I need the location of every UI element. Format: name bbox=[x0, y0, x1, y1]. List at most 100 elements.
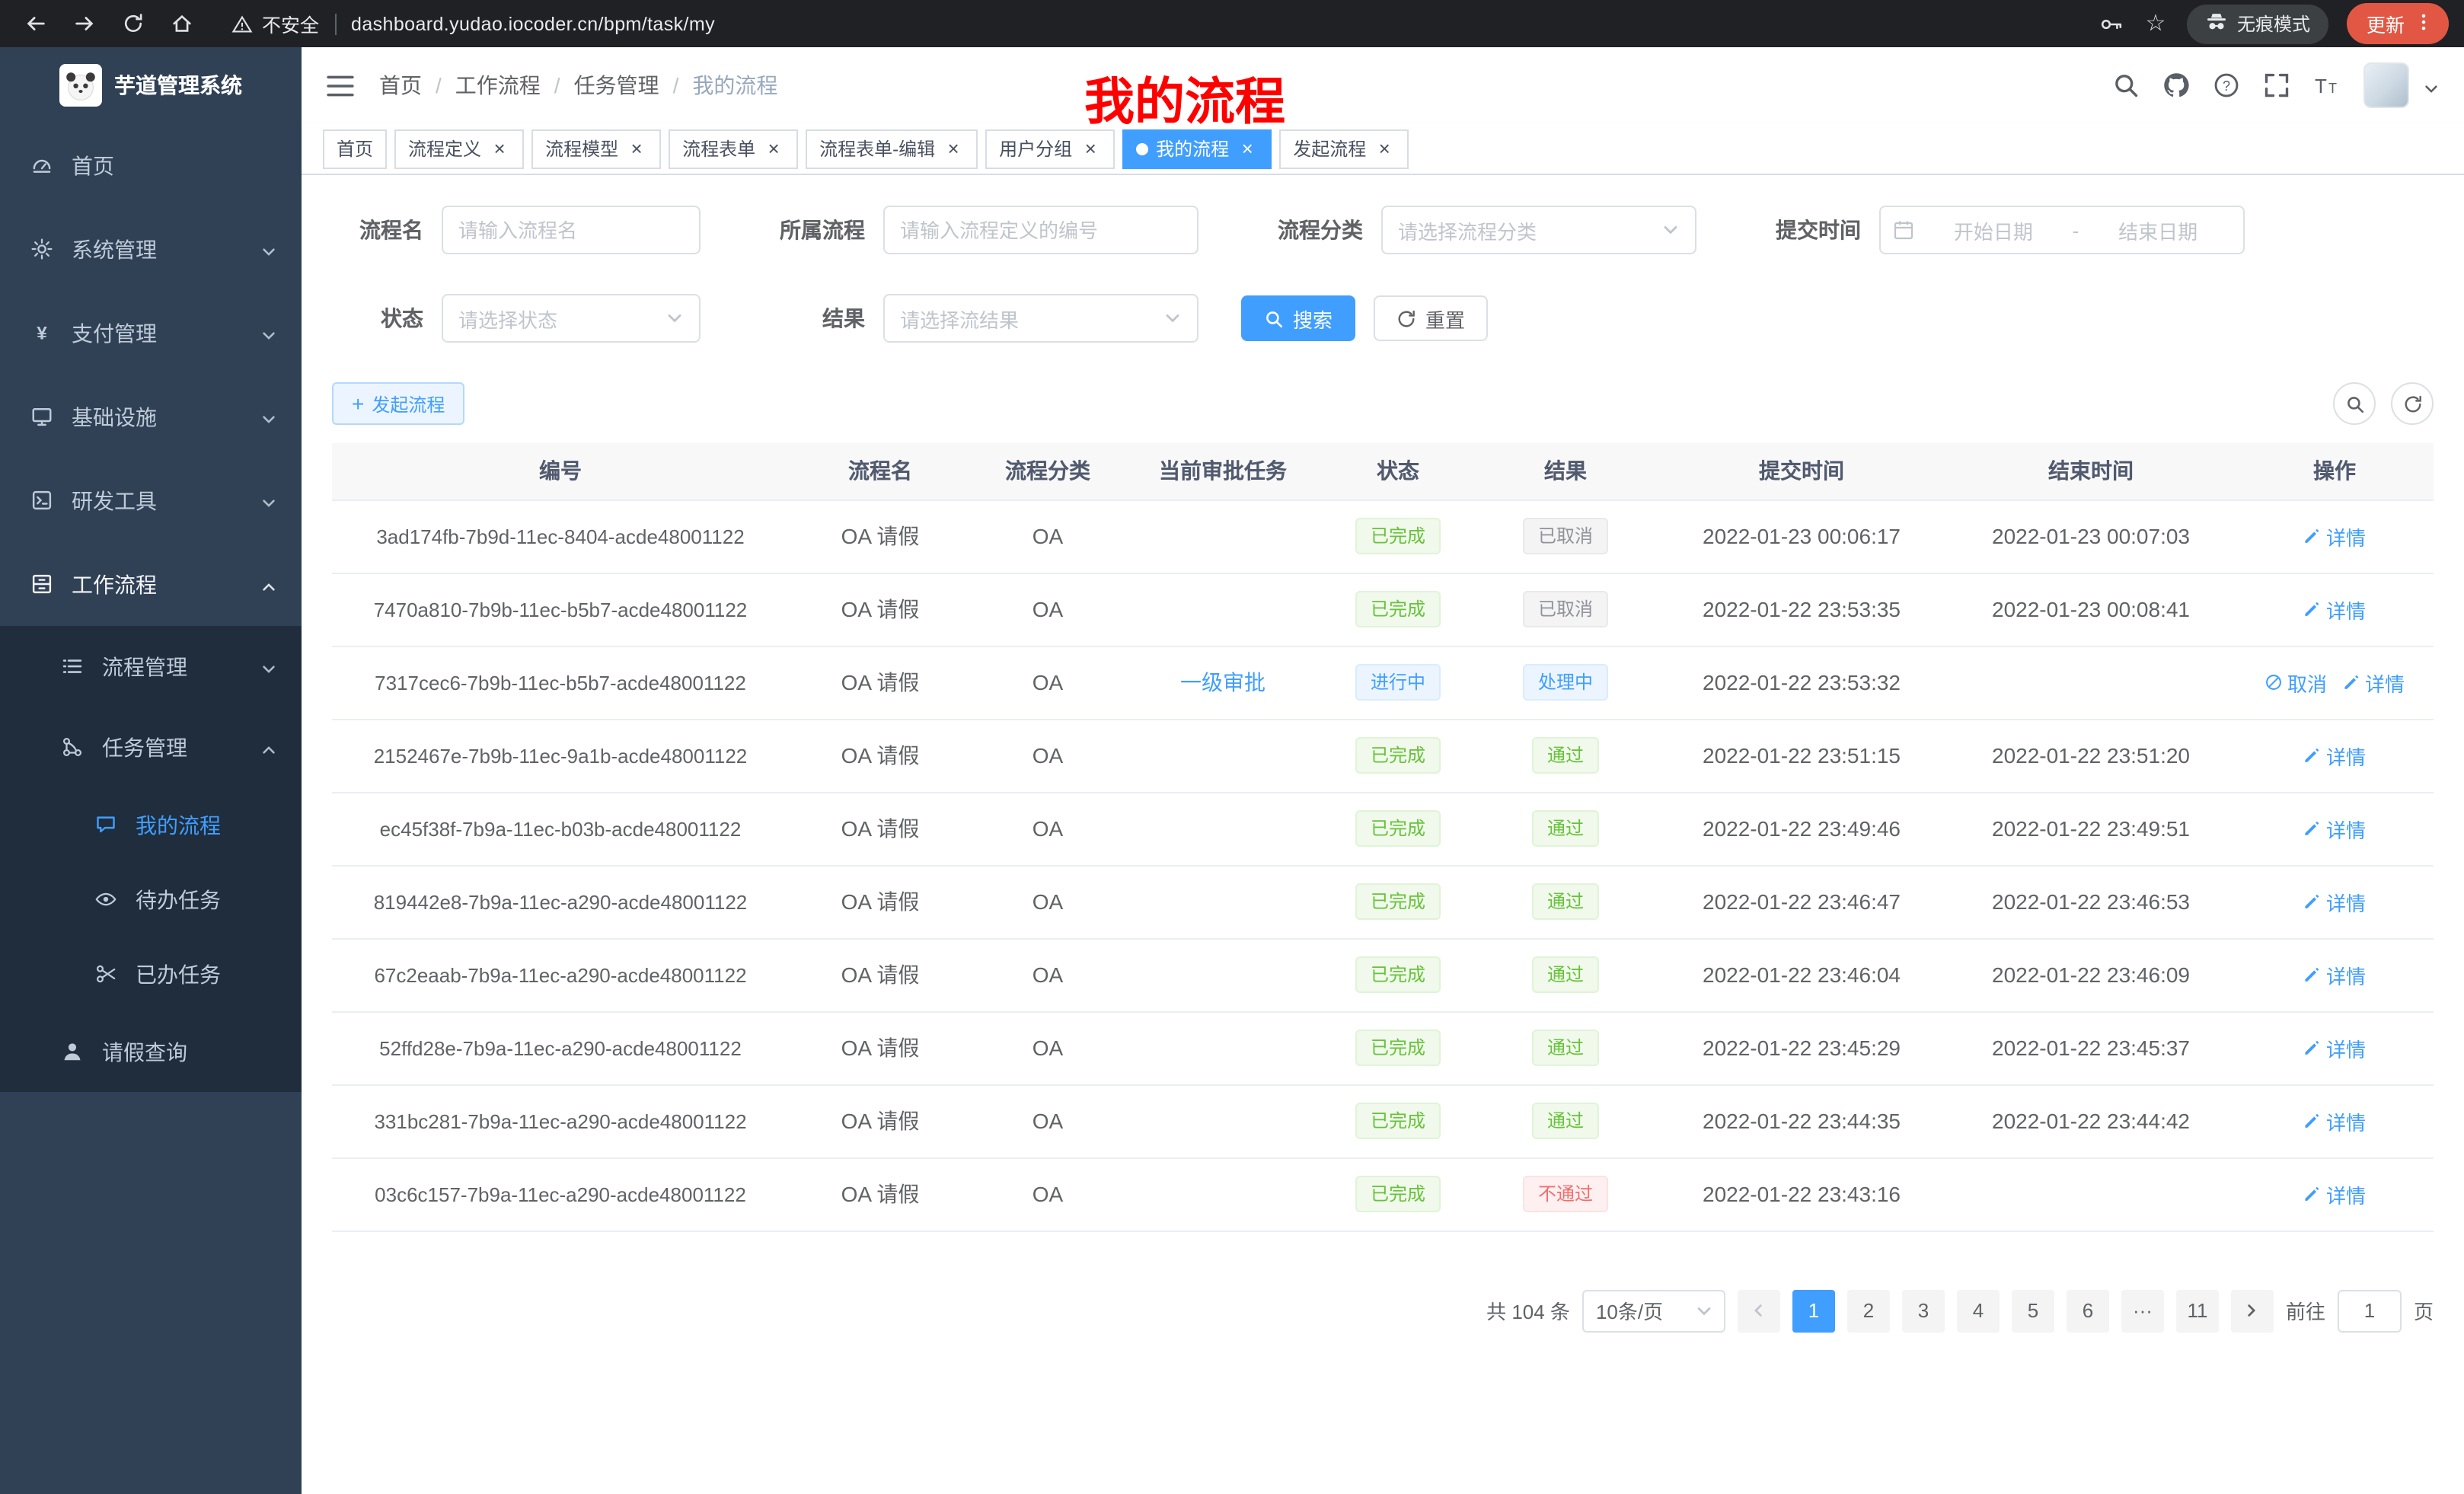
sidebar-item-我的流程[interactable]: 我的流程 bbox=[0, 787, 302, 862]
close-icon[interactable]: × bbox=[763, 138, 784, 159]
tab-流程表单[interactable]: 流程表单 × bbox=[669, 129, 798, 168]
close-icon[interactable]: × bbox=[489, 138, 510, 159]
close-icon[interactable]: × bbox=[1080, 138, 1101, 159]
tab-首页[interactable]: 首页 bbox=[323, 129, 387, 168]
page-button-4[interactable]: 4 bbox=[1957, 1289, 2000, 1332]
filter-row-2: 状态 请选择状态 结果 请选择流结果 bbox=[332, 294, 2434, 343]
status-select[interactable]: 请选择状态 bbox=[442, 294, 701, 343]
update-button[interactable]: 更新 bbox=[2347, 3, 2449, 44]
sidebar-item-已办任务[interactable]: 已办任务 bbox=[0, 937, 302, 1011]
page-size-select[interactable]: 10条/页 bbox=[1582, 1289, 1725, 1332]
result-badge: 处理中 bbox=[1523, 664, 1608, 701]
page-button-6[interactable]: 6 bbox=[2067, 1289, 2109, 1332]
chevron-down-icon bbox=[665, 309, 684, 327]
result-select[interactable]: 请选择流结果 bbox=[883, 294, 1198, 343]
page-button-5[interactable]: 5 bbox=[2012, 1289, 2054, 1332]
filter-label-result: 结果 bbox=[743, 303, 883, 334]
cancel-link[interactable]: 取消 bbox=[2265, 668, 2327, 697]
sidebar-item-支付管理[interactable]: ¥支付管理 bbox=[0, 291, 302, 375]
task-link[interactable]: 一级审批 bbox=[1180, 670, 1266, 694]
page-button-2[interactable]: 2 bbox=[1847, 1289, 1890, 1332]
question-icon[interactable]: ? bbox=[2213, 72, 2240, 99]
github-icon[interactable] bbox=[2162, 72, 2190, 99]
sidebar-item-基础设施[interactable]: 基础设施 bbox=[0, 375, 302, 458]
breadcrumb-item[interactable]: 工作流程 bbox=[455, 70, 541, 101]
create-process-button[interactable]: + 发起流程 bbox=[332, 382, 464, 425]
refresh-button[interactable] bbox=[2391, 382, 2434, 425]
detail-link[interactable]: 详情 bbox=[2303, 1106, 2366, 1135]
cell-result: 通过 bbox=[1474, 1011, 1657, 1084]
column-header: 流程分类 bbox=[972, 443, 1124, 500]
search-icon[interactable] bbox=[2112, 72, 2140, 99]
page-button-1[interactable]: 1 bbox=[1792, 1289, 1835, 1332]
app-logo[interactable]: 芋道管理系统 bbox=[0, 47, 302, 123]
search-button[interactable]: 搜索 bbox=[1241, 295, 1355, 341]
close-icon[interactable]: × bbox=[1237, 138, 1258, 159]
close-icon[interactable]: × bbox=[1374, 138, 1395, 159]
sidebar-item-系统管理[interactable]: 系统管理 bbox=[0, 207, 302, 291]
page-button-3[interactable]: 3 bbox=[1902, 1289, 1945, 1332]
detail-link[interactable]: 详情 bbox=[2303, 814, 2366, 843]
home-icon[interactable] bbox=[161, 4, 201, 43]
cell-category: OA bbox=[972, 938, 1124, 1011]
page-button-11[interactable]: 11 bbox=[2176, 1289, 2219, 1332]
reload-icon[interactable] bbox=[113, 4, 152, 43]
sidebar-item-label: 基础设施 bbox=[72, 401, 157, 432]
sidebar-item-请假查询[interactable]: 请假查询 bbox=[0, 1011, 302, 1092]
tab-流程定义[interactable]: 流程定义× bbox=[394, 129, 524, 168]
sidebar-item-待办任务[interactable]: 待办任务 bbox=[0, 862, 302, 937]
forward-icon[interactable] bbox=[64, 4, 104, 43]
cell-status: 已完成 bbox=[1322, 1011, 1474, 1084]
definition-input[interactable] bbox=[900, 219, 1182, 241]
tab-流程模型[interactable]: 流程模型× bbox=[531, 129, 661, 168]
table-row: ec45f38f-7b9a-11ec-b03b-acde48001122OA 请… bbox=[332, 792, 2434, 865]
detail-link[interactable]: 详情 bbox=[2303, 960, 2366, 989]
sidebar-item-首页[interactable]: 首页 bbox=[0, 123, 302, 207]
address-bar[interactable]: 不安全 dashboard.yudao.iocoder.cn/bpm/task/… bbox=[228, 9, 715, 38]
tab-发起流程[interactable]: 发起流程× bbox=[1279, 129, 1409, 168]
chevron-down-icon[interactable] bbox=[2423, 77, 2440, 94]
submit-time-range[interactable]: 开始日期 - 结束日期 bbox=[1879, 206, 2245, 254]
sidebar-item-任务管理[interactable]: 任务管理 bbox=[0, 707, 302, 787]
sidebar-item-研发工具[interactable]: 研发工具 bbox=[0, 458, 302, 542]
detail-link[interactable]: 详情 bbox=[2303, 1180, 2366, 1208]
detail-link[interactable]: 详情 bbox=[2303, 595, 2366, 624]
sidebar-item-工作流程[interactable]: 工作流程 bbox=[0, 542, 302, 626]
detail-link[interactable]: 详情 bbox=[2303, 741, 2366, 770]
status-badge: 已完成 bbox=[1355, 956, 1441, 993]
cell-category: OA bbox=[972, 719, 1124, 792]
tab-用户分组[interactable]: 用户分组× bbox=[985, 129, 1115, 168]
tab-流程表单-编辑[interactable]: 流程表单-编辑× bbox=[806, 129, 978, 168]
close-icon[interactable]: × bbox=[626, 138, 647, 159]
toggle-search-button[interactable] bbox=[2333, 382, 2376, 425]
category-select[interactable]: 请选择流程分类 bbox=[1381, 206, 1696, 254]
sidebar-item-流程管理[interactable]: 流程管理 bbox=[0, 626, 302, 707]
avatar[interactable] bbox=[2363, 62, 2409, 108]
name-input[interactable] bbox=[458, 219, 684, 241]
table-row: 7470a810-7b9b-11ec-b5b7-acde48001122OA 请… bbox=[332, 573, 2434, 646]
more-icon[interactable] bbox=[2414, 11, 2434, 36]
breadcrumb-item[interactable]: 任务管理 bbox=[574, 70, 659, 101]
prev-page-button[interactable] bbox=[1738, 1289, 1780, 1332]
font-size-icon[interactable]: TT bbox=[2313, 72, 2341, 99]
back-icon[interactable] bbox=[15, 4, 55, 43]
cell-name: OA 请假 bbox=[789, 719, 972, 792]
detail-link[interactable]: 详情 bbox=[2342, 668, 2405, 697]
next-page-button[interactable] bbox=[2231, 1289, 2274, 1332]
key-icon[interactable] bbox=[2099, 11, 2124, 37]
fullscreen-icon[interactable] bbox=[2263, 72, 2290, 99]
breadcrumb-item[interactable]: 首页 bbox=[379, 70, 422, 101]
hamburger-icon[interactable] bbox=[326, 72, 355, 98]
star-icon[interactable]: ☆ bbox=[2143, 11, 2169, 37]
detail-link[interactable]: 详情 bbox=[2303, 1033, 2366, 1062]
goto-page-input[interactable] bbox=[2338, 1289, 2402, 1332]
page-ellipsis[interactable]: ··· bbox=[2121, 1289, 2164, 1332]
tab-我的流程[interactable]: 我的流程× bbox=[1122, 129, 1272, 168]
close-icon[interactable]: × bbox=[943, 138, 964, 159]
tab-label: 流程表单 bbox=[682, 136, 755, 161]
column-header: 编号 bbox=[332, 443, 789, 500]
detail-link[interactable]: 详情 bbox=[2303, 522, 2366, 551]
detail-link[interactable]: 详情 bbox=[2303, 887, 2366, 916]
reset-button[interactable]: 重置 bbox=[1374, 295, 1488, 341]
cell-name: OA 请假 bbox=[789, 792, 972, 865]
